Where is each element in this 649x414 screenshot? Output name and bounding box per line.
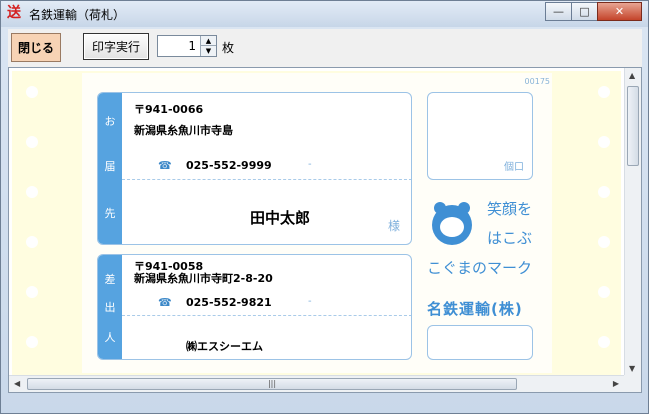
spin-buttons: ▲ ▼	[200, 36, 216, 56]
phone-icon: ☎	[158, 159, 172, 172]
tag-paper: 00175 お 届 先 〒941-0066 新潟県糸魚川市寺島 ☎ 025-55…	[12, 71, 621, 376]
sender-tab: 差 出 人	[98, 255, 122, 359]
company-name: 名鉄運輸(株)	[427, 300, 523, 318]
close-window-button[interactable]: ✕	[597, 2, 642, 21]
recipient-tab-char: 届	[104, 160, 116, 173]
scroll-corner	[624, 375, 641, 392]
phone-dash: -	[308, 296, 312, 307]
sprocket-hole	[26, 286, 38, 298]
app-window: 送 名鉄運輸（荷札） — □ ✕ 閉じる 印字実行 1 ▲ ▼ 枚 00175 …	[0, 0, 649, 414]
shipping-label: 00175 お 届 先 〒941-0066 新潟県糸魚川市寺島 ☎ 025-55…	[82, 73, 552, 373]
vertical-scrollbar[interactable]: ▲ ▼	[624, 68, 641, 376]
maximize-button[interactable]: □	[571, 2, 598, 21]
sender-tab-char: 人	[104, 331, 116, 344]
slogan-line-1: 笑顔を	[487, 200, 533, 218]
vertical-scroll-thumb[interactable]	[627, 86, 639, 166]
window-controls: — □ ✕	[545, 2, 642, 21]
recipient-tab-char: 先	[104, 207, 116, 220]
title-bar[interactable]: 送 名鉄運輸（荷札） — □ ✕	[1, 1, 648, 27]
sprocket-hole	[26, 236, 38, 248]
recipient-tab-char: お	[104, 115, 116, 128]
bear-logo-icon	[432, 202, 472, 245]
scroll-arrow-icon[interactable]: ▶	[613, 379, 619, 388]
sprocket-hole	[26, 86, 38, 98]
sprocket-hole	[598, 86, 610, 98]
sprocket-hole	[598, 186, 610, 198]
sender-name: ㈱エスシーエム	[186, 340, 263, 353]
sprocket-hole	[598, 286, 610, 298]
sprocket-hole	[598, 136, 610, 148]
recipient-tab: お 届 先	[98, 93, 122, 244]
recipient-address: 新潟県糸魚川市寺島	[134, 124, 233, 137]
print-button[interactable]: 印字実行	[83, 33, 149, 60]
recipient-phone: 025-552-9999	[186, 159, 272, 172]
minimize-button[interactable]: —	[545, 2, 572, 21]
horizontal-scrollbar[interactable]: ◀ ||| ▶	[9, 375, 624, 392]
sprocket-hole	[26, 336, 38, 348]
preview-area[interactable]: 00175 お 届 先 〒941-0066 新潟県糸魚川市寺島 ☎ 025-55…	[8, 67, 642, 393]
honorific: 様	[388, 219, 401, 233]
sprocket-hole	[598, 236, 610, 248]
horizontal-scroll-thumb[interactable]: |||	[27, 378, 517, 390]
sprocket-hole	[26, 186, 38, 198]
tracking-number: 00175	[524, 77, 550, 86]
recipient-name: 田中太郎	[250, 209, 311, 227]
copies-stepper[interactable]: 1 ▲ ▼	[157, 35, 217, 57]
slogan-line-3: こぐまのマーク	[427, 259, 533, 277]
parcel-count-label: 個口	[504, 162, 524, 173]
recipient-block: お 届 先 〒941-0066 新潟県糸魚川市寺島 ☎ 025-552-9999…	[97, 92, 412, 245]
stamp-box	[427, 325, 533, 360]
spin-down-icon[interactable]: ▼	[201, 46, 216, 56]
spin-up-icon[interactable]: ▲	[201, 36, 216, 46]
divider	[122, 315, 411, 316]
window-title: 名鉄運輸（荷札）	[29, 8, 126, 22]
copies-unit: 枚	[222, 41, 235, 55]
sender-address: 新潟県糸魚川市寺町2-8-20	[134, 272, 273, 285]
divider	[122, 179, 411, 180]
scroll-arrow-icon[interactable]: ▼	[629, 364, 635, 373]
sender-tab-char: 出	[104, 301, 116, 314]
copies-value[interactable]: 1	[188, 39, 196, 53]
scroll-arrow-icon[interactable]: ▲	[629, 71, 635, 80]
sender-phone: 025-552-9821	[186, 296, 272, 309]
slogan-line-2: はこぶ	[487, 229, 533, 247]
sprocket-hole	[598, 336, 610, 348]
toolbar: 閉じる 印字実行 1 ▲ ▼ 枚	[8, 29, 642, 67]
recipient-postal: 〒941-0066	[134, 103, 204, 116]
close-button[interactable]: 閉じる	[11, 33, 61, 62]
parcel-count-box: 個口	[427, 92, 533, 180]
phone-icon: ☎	[158, 296, 172, 309]
phone-dash: -	[308, 159, 312, 170]
app-icon: 送	[7, 5, 21, 21]
sender-tab-char: 差	[104, 273, 116, 286]
sender-block: 差 出 人 〒941-0058 新潟県糸魚川市寺町2-8-20 ☎ 025-55…	[97, 254, 412, 360]
scroll-arrow-icon[interactable]: ◀	[14, 379, 20, 388]
sprocket-hole	[26, 136, 38, 148]
